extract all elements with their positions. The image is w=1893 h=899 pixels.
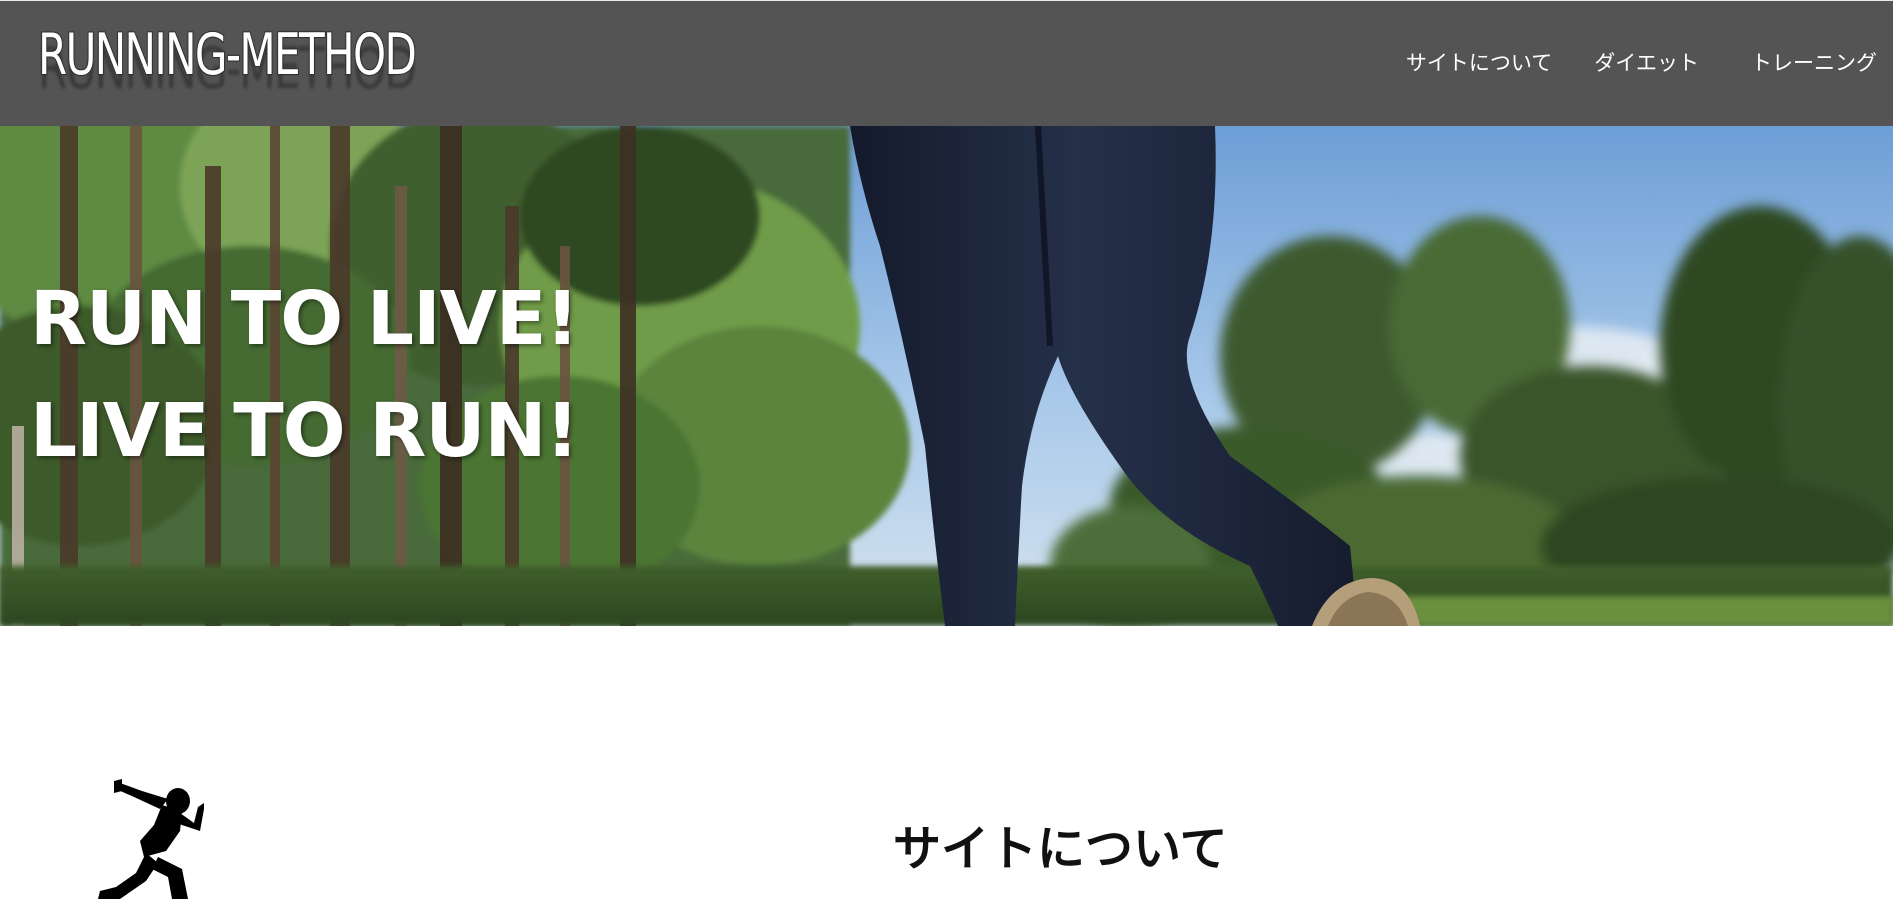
logo-text: RUNNING-METHOD — [37, 22, 417, 88]
hero-copy: RUN TO LIVE! LIVE TO RUN! — [30, 263, 579, 487]
hero-banner: RUN TO LIVE! LIVE TO RUN! — [0, 126, 1893, 626]
global-nav: サイトについて ダイエット トレーニング — [1406, 48, 1877, 78]
main-content: サイトについて — [0, 626, 1893, 899]
site-header: RUNNING-METHOD RUNNING-METHOD サイトについて ダイ… — [0, 0, 1893, 126]
hero-line-1: RUN TO LIVE! — [30, 276, 579, 362]
section-title-about: サイトについて — [893, 821, 1228, 877]
runner-silhouette-icon — [98, 779, 204, 899]
nav-item-diet[interactable]: ダイエット — [1594, 48, 1699, 78]
hero-line-2: LIVE TO RUN! — [30, 388, 579, 474]
site-logo[interactable]: RUNNING-METHOD RUNNING-METHOD — [37, 22, 478, 107]
nav-item-about[interactable]: サイトについて — [1406, 48, 1552, 78]
nav-item-training[interactable]: トレーニング — [1751, 48, 1877, 78]
